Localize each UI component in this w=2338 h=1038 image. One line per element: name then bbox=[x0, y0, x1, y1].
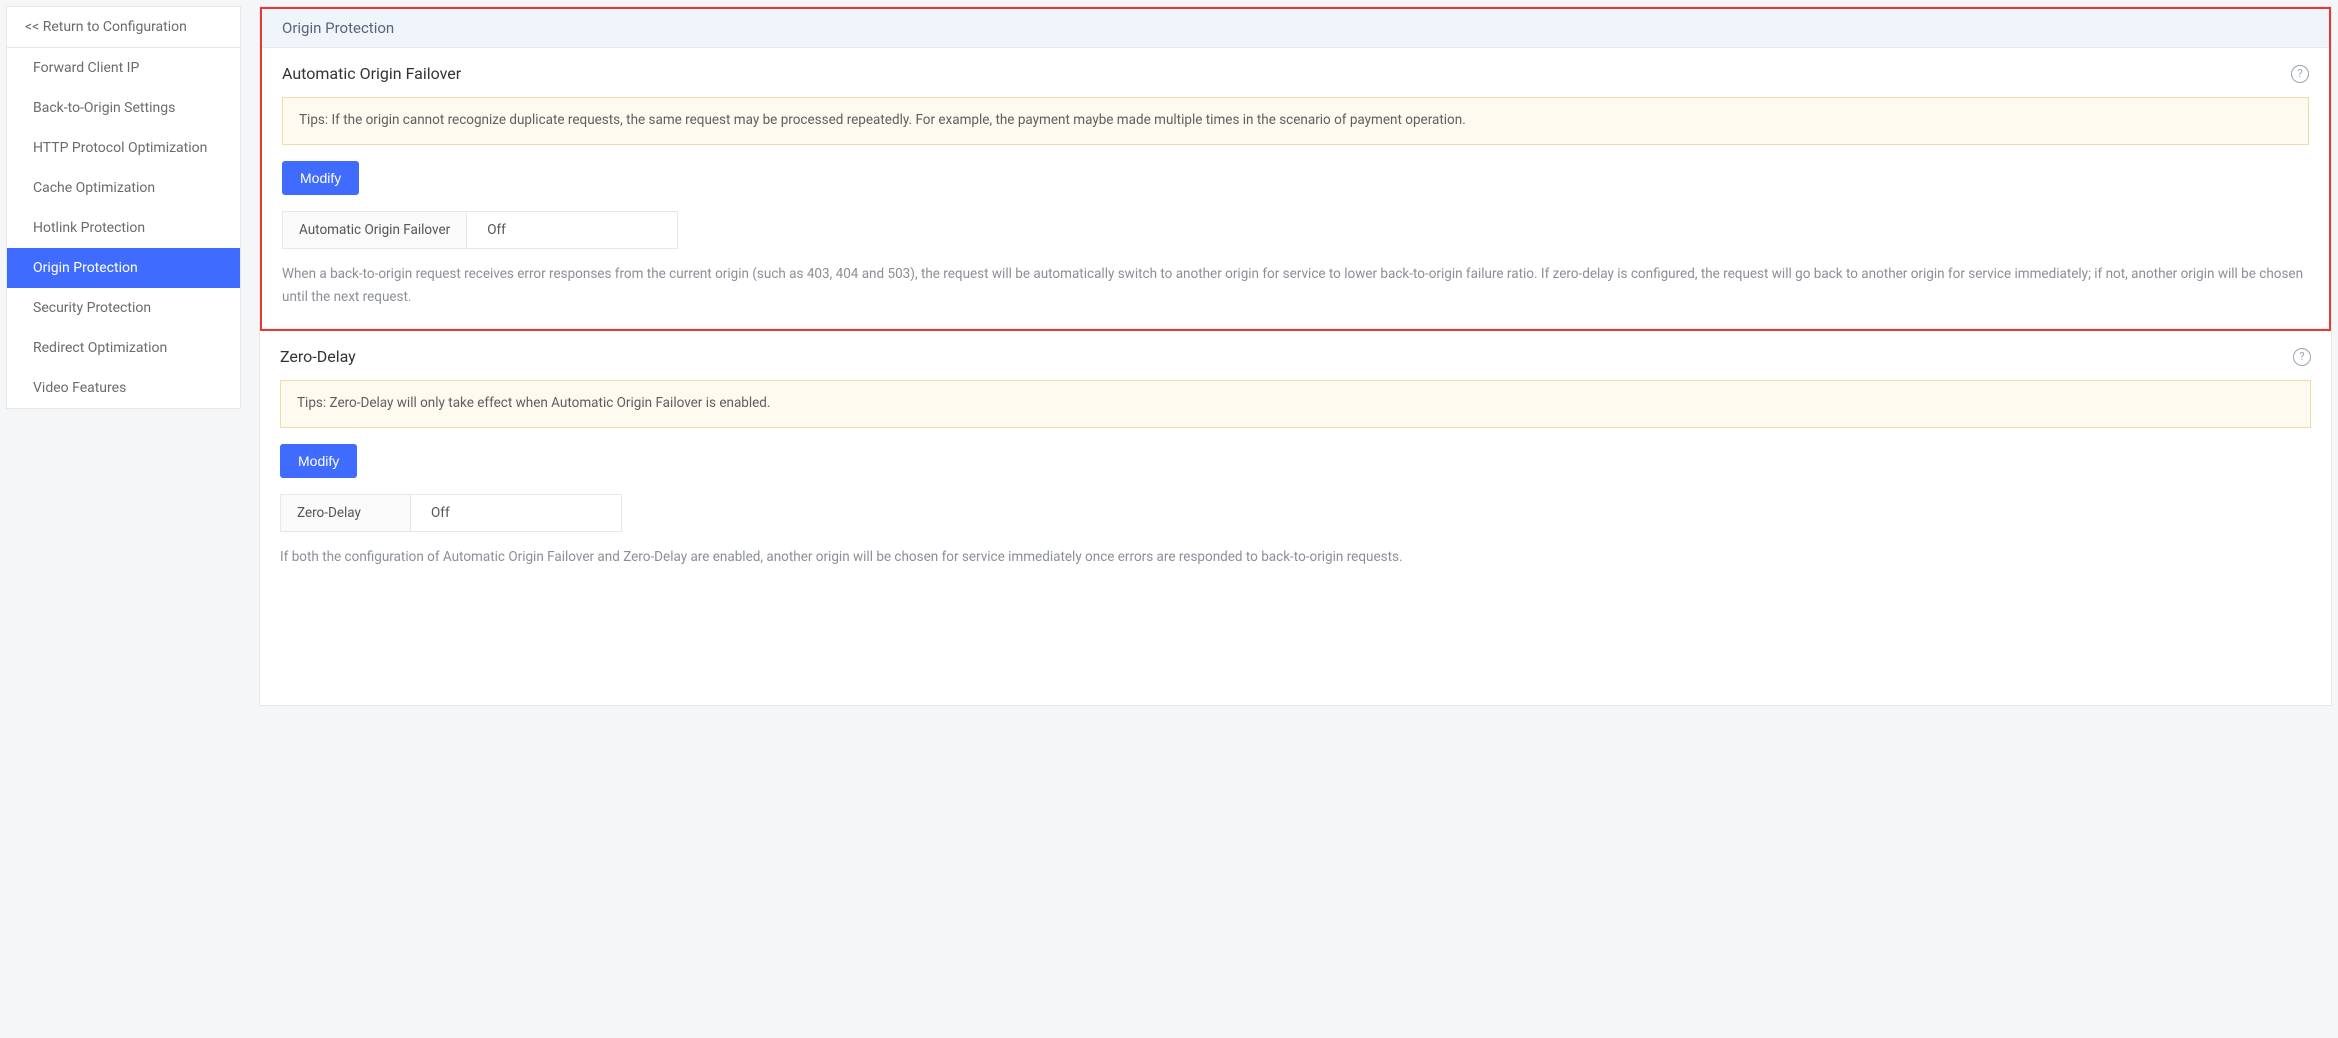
tip-box-zerodelay: Tips: Zero-Delay will only take effect w… bbox=[280, 380, 2311, 428]
section-automatic-origin-failover: Automatic Origin Failover ? Tips: If the… bbox=[262, 48, 2329, 329]
sidebar-item-redirect-optimization[interactable]: Redirect Optimization bbox=[7, 328, 240, 368]
failover-description: When a back-to-origin request receives e… bbox=[282, 263, 2309, 309]
sidebar-item-video-features[interactable]: Video Features bbox=[7, 368, 240, 408]
zerodelay-status-value: Off bbox=[411, 495, 621, 531]
tip-box-failover: Tips: If the origin cannot recognize dup… bbox=[282, 97, 2309, 145]
sidebar-item-http-protocol-optimization[interactable]: HTTP Protocol Optimization bbox=[7, 128, 240, 168]
modify-button-failover[interactable]: Modify bbox=[282, 161, 359, 195]
main-panel: Origin Protection Automatic Origin Failo… bbox=[259, 6, 2332, 706]
sidebar-item-origin-protection[interactable]: Origin Protection bbox=[7, 248, 240, 288]
zerodelay-status-table: Zero-Delay Off bbox=[280, 494, 622, 532]
sidebar-item-security-protection[interactable]: Security Protection bbox=[7, 288, 240, 328]
failover-status-label: Automatic Origin Failover bbox=[283, 212, 467, 248]
zerodelay-description: If both the configuration of Automatic O… bbox=[280, 546, 2311, 569]
sidebar-item-forward-client-ip[interactable]: Forward Client IP bbox=[7, 48, 240, 88]
sidebar-item-hotlink-protection[interactable]: Hotlink Protection bbox=[7, 208, 240, 248]
section-title-zerodelay: Zero-Delay bbox=[280, 347, 356, 366]
help-icon[interactable]: ? bbox=[2291, 65, 2309, 83]
modify-button-zerodelay[interactable]: Modify bbox=[280, 444, 357, 478]
sidebar: << Return to Configuration Forward Clien… bbox=[6, 6, 241, 409]
section-title-row: Zero-Delay ? bbox=[280, 347, 2311, 366]
highlighted-section: Origin Protection Automatic Origin Failo… bbox=[260, 7, 2331, 331]
sidebar-item-cache-optimization[interactable]: Cache Optimization bbox=[7, 168, 240, 208]
help-icon[interactable]: ? bbox=[2293, 348, 2311, 366]
zerodelay-status-label: Zero-Delay bbox=[281, 495, 411, 531]
section-zero-delay: Zero-Delay ? Tips: Zero-Delay will only … bbox=[260, 331, 2331, 589]
section-title-row: Automatic Origin Failover ? bbox=[282, 64, 2309, 83]
section-title-failover: Automatic Origin Failover bbox=[282, 64, 461, 83]
page-container: << Return to Configuration Forward Clien… bbox=[0, 0, 2338, 1038]
return-to-configuration-link[interactable]: << Return to Configuration bbox=[7, 7, 240, 48]
failover-status-table: Automatic Origin Failover Off bbox=[282, 211, 678, 249]
failover-status-value: Off bbox=[467, 212, 677, 248]
sidebar-item-back-to-origin-settings[interactable]: Back-to-Origin Settings bbox=[7, 88, 240, 128]
panel-header: Origin Protection bbox=[262, 9, 2329, 48]
